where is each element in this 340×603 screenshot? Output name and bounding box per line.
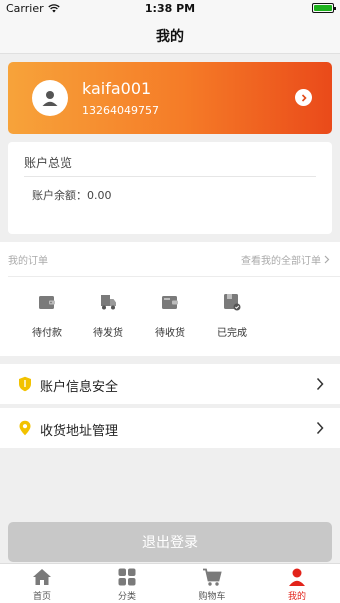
chevron-right-icon [301, 93, 307, 102]
order-completed[interactable]: 已完成 [210, 292, 254, 339]
tab-label: 首页 [32, 592, 51, 602]
location-pin-icon [19, 420, 31, 436]
wallet-icon [39, 296, 55, 309]
tab-label: 分类 [117, 592, 136, 602]
menu-item-label: 账户信息安全 [40, 380, 119, 395]
menu-item-address-management[interactable]: 收货地址管理 [0, 408, 340, 448]
battery-icon [312, 3, 336, 13]
tab-category[interactable]: 分类 [97, 567, 157, 602]
account-overview-title: 账户总览 [24, 156, 73, 170]
divider [24, 176, 316, 177]
user-icon [289, 568, 305, 586]
order-status-label: 待付款 [32, 328, 62, 339]
chevron-right-icon [316, 377, 324, 391]
username: kaifa001 [82, 79, 152, 98]
page-title: 我的 [156, 28, 184, 45]
chevron-right-icon [324, 255, 330, 264]
divider [8, 276, 340, 277]
order-status-label: 已完成 [217, 328, 247, 339]
orders-header: 我的订单 查看我的全部订单 [0, 242, 340, 276]
grid-icon [118, 568, 136, 586]
profile-arrow-button[interactable] [295, 89, 312, 106]
cart-icon [203, 568, 222, 586]
status-bar: Carrier 1:38 PM [0, 0, 340, 18]
order-status-label: 待收货 [155, 328, 185, 339]
view-all-orders-label: 查看我的全部订单 [241, 256, 321, 267]
nav-bar: 我的 [0, 18, 340, 54]
package-icon [162, 296, 178, 309]
tab-mine[interactable]: 我的 [267, 567, 327, 602]
tab-bar: 首页 分类 购物车 我的 [0, 563, 340, 603]
logout-button[interactable]: 退出登录 [8, 522, 332, 562]
status-time: 1:38 PM [144, 2, 196, 15]
user-avatar-icon [42, 91, 58, 106]
avatar[interactable] [32, 80, 68, 116]
order-pending-payment[interactable]: 待付款 [25, 292, 69, 339]
phone-number: 13264049757 [82, 104, 159, 117]
chevron-right-icon [316, 421, 324, 435]
home-icon [33, 569, 51, 585]
view-all-orders-link[interactable]: 查看我的全部订单 [241, 252, 330, 267]
completed-icon [224, 294, 241, 311]
orders-title: 我的订单 [8, 256, 48, 267]
account-overview-card: 账户总览 账户余额：0.00 [8, 142, 332, 234]
shield-icon [19, 376, 31, 392]
order-status-label: 待发货 [93, 328, 123, 339]
profile-card[interactable]: kaifa001 13264049757 [8, 62, 332, 134]
logout-label: 退出登录 [142, 535, 198, 551]
tab-cart[interactable]: 购物车 [182, 567, 242, 602]
account-balance: 账户余额：0.00 [32, 189, 112, 202]
truck-icon [101, 295, 116, 310]
menu-item-label: 收货地址管理 [40, 424, 119, 439]
tab-label: 我的 [287, 592, 306, 602]
tab-label: 购物车 [198, 592, 226, 602]
order-pending-receipt[interactable]: 待收货 [148, 292, 192, 339]
order-pending-shipment[interactable]: 待发货 [86, 292, 130, 339]
tab-home[interactable]: 首页 [12, 567, 72, 602]
orders-section: 我的订单 查看我的全部订单 待付款 待发货 待收货 已完成 [0, 242, 340, 356]
menu-item-account-security[interactable]: 账户信息安全 [0, 364, 340, 404]
